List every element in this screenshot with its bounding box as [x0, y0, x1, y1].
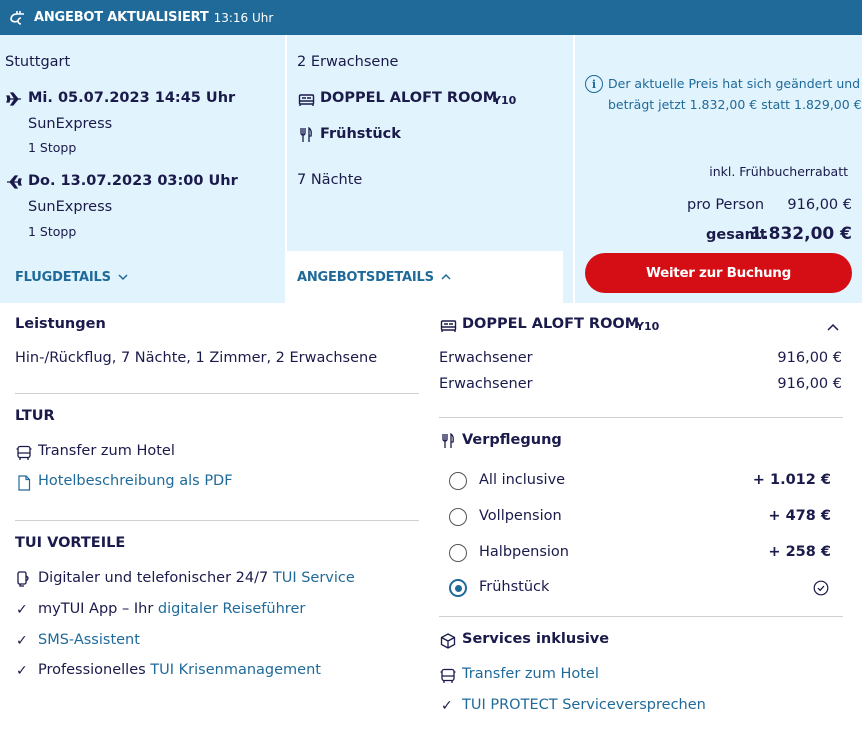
nights: 7 Nächte — [297, 172, 363, 188]
included-services-heading: Services inklusive — [462, 631, 610, 647]
services-heading: Leistungen — [15, 316, 106, 332]
bus-icon — [439, 667, 457, 685]
divider — [15, 393, 419, 394]
bed-icon — [439, 318, 457, 334]
room-name: DOPPEL ALOFT ROOM — [320, 90, 498, 106]
continue-booking-button[interactable]: Weiter zur Buchung — [585, 253, 852, 293]
check-icon: ✓ — [16, 663, 28, 679]
plane-outbound-icon — [5, 90, 23, 108]
price-row-label: Erwachsener — [439, 376, 533, 392]
update-banner: ANGEBOT AKTUALISIERT 13:16 Uhr — [0, 0, 862, 35]
plane-return-icon — [5, 173, 23, 191]
board-option-price: + 258 € — [768, 544, 831, 560]
total-value: 1.832,00 € — [750, 224, 852, 244]
document-icon — [15, 474, 33, 492]
return-stops: 1 Stopp — [28, 224, 77, 239]
price-row-label: Erwachsener — [439, 350, 533, 366]
room-details-name: DOPPEL ALOFT ROOM — [462, 316, 640, 332]
info-icon: i — [585, 75, 603, 93]
flight-details-toggle[interactable]: FLUGDETAILS — [15, 268, 129, 287]
transfer-hotel-link[interactable]: Transfer zum Hotel — [462, 666, 599, 682]
price-notice-line2: beträgt jetzt 1.832,00 € statt 1.829,00 … — [608, 97, 862, 112]
benefit-text: Professionelles — [38, 662, 151, 678]
early-booking-discount: inkl. Frühbucherrabatt — [709, 164, 848, 179]
divider — [15, 520, 419, 521]
bus-icon — [15, 444, 33, 462]
ltur-heading: LTUR — [15, 408, 55, 424]
flight-details-label: FLUGDETAILS — [15, 270, 111, 285]
tui-benefit-app: myTUI App – Ihr digitaler Reiseführer — [38, 601, 305, 617]
outbound-airline: SunExpress — [28, 116, 113, 132]
benefit-text: myTUI App – Ihr — [38, 601, 158, 617]
tui-protect-link[interactable]: TUI PROTECT Serviceversprechen — [462, 697, 706, 713]
hotel-pdf-link[interactable]: Hotelbeschreibung als PDF — [38, 473, 233, 489]
per-person-label: pro Person — [687, 197, 765, 213]
outbound-stops: 1 Stopp — [28, 140, 77, 155]
bed-icon — [297, 92, 315, 108]
board-option-label[interactable]: All inclusive — [479, 472, 565, 488]
cutlery-icon — [439, 432, 457, 450]
price-notice-line1: Der aktuelle Preis hat sich geändert und — [608, 76, 861, 91]
room-details-code: Y10 — [636, 320, 660, 333]
board-type: Frühstück — [320, 126, 401, 142]
lightning-icon — [8, 8, 28, 28]
price-row-value: 916,00 € — [777, 376, 842, 392]
room-code: Y10 — [493, 94, 517, 107]
flight-panel — [0, 35, 285, 303]
board-radio-full-board[interactable] — [449, 508, 467, 526]
board-radio-all-inclusive[interactable] — [449, 472, 467, 490]
per-person-value: 916,00 € — [787, 197, 852, 213]
sms-assistant-link[interactable]: SMS-Assistent — [38, 632, 140, 648]
box-icon — [439, 632, 457, 650]
tui-service-link[interactable]: TUI Service — [273, 570, 355, 586]
chevron-down-icon — [117, 268, 129, 287]
ltur-transfer: Transfer zum Hotel — [38, 443, 175, 459]
banner-title: ANGEBOT AKTUALISIERT — [34, 10, 209, 25]
check-circle-icon — [813, 580, 829, 600]
board-radio-half-board[interactable] — [449, 544, 467, 562]
tui-benefit-service: Digitaler und telefonischer 24/7 TUI Ser… — [38, 570, 355, 586]
board-heading: Verpflegung — [462, 432, 562, 448]
board-option-price: + 478 € — [768, 508, 831, 524]
check-icon: ✓ — [441, 698, 453, 714]
divider — [439, 616, 843, 617]
board-radio-breakfast[interactable] — [449, 579, 467, 597]
board-option-label[interactable]: Halbpension — [479, 544, 569, 560]
chevron-up-icon[interactable] — [826, 318, 840, 337]
travellers: 2 Erwachsene — [297, 54, 399, 70]
cutlery-icon — [297, 126, 315, 144]
check-icon: ✓ — [16, 602, 28, 618]
services-text: Hin-/Rückflug, 7 Nächte, 1 Zimmer, 2 Erw… — [15, 350, 378, 366]
phone-icon — [15, 570, 33, 588]
board-option-label[interactable]: Vollpension — [479, 508, 562, 524]
price-row-value: 916,00 € — [777, 350, 842, 366]
board-option-label[interactable]: Frühstück — [479, 579, 549, 595]
outbound-datetime: Mi. 05.07.2023 14:45 Uhr — [28, 90, 236, 106]
return-airline: SunExpress — [28, 199, 113, 215]
return-datetime: Do. 13.07.2023 03:00 Uhr — [28, 173, 238, 189]
tui-benefit-sms: SMS-Assistent — [38, 632, 140, 648]
check-icon: ✓ — [16, 633, 28, 649]
travel-guide-link[interactable]: digitaler Reiseführer — [158, 601, 305, 617]
offer-details-toggle[interactable]: ANGEBOTSDETAILS — [297, 268, 452, 287]
tui-benefit-crisis: Professionelles TUI Krisenmanagement — [38, 662, 321, 678]
board-option-price: + 1.012 € — [752, 472, 831, 488]
offer-details-label: ANGEBOTSDETAILS — [297, 270, 434, 285]
chevron-up-icon — [440, 268, 452, 287]
banner-time: 13:16 Uhr — [213, 10, 274, 25]
crisis-management-link[interactable]: TUI Krisenmanagement — [150, 662, 321, 678]
benefit-text: Digitaler und telefonischer 24/7 — [38, 570, 273, 586]
origin-city: Stuttgart — [5, 54, 71, 70]
divider — [439, 417, 843, 418]
tui-benefits-heading: TUI VORTEILE — [15, 535, 126, 551]
